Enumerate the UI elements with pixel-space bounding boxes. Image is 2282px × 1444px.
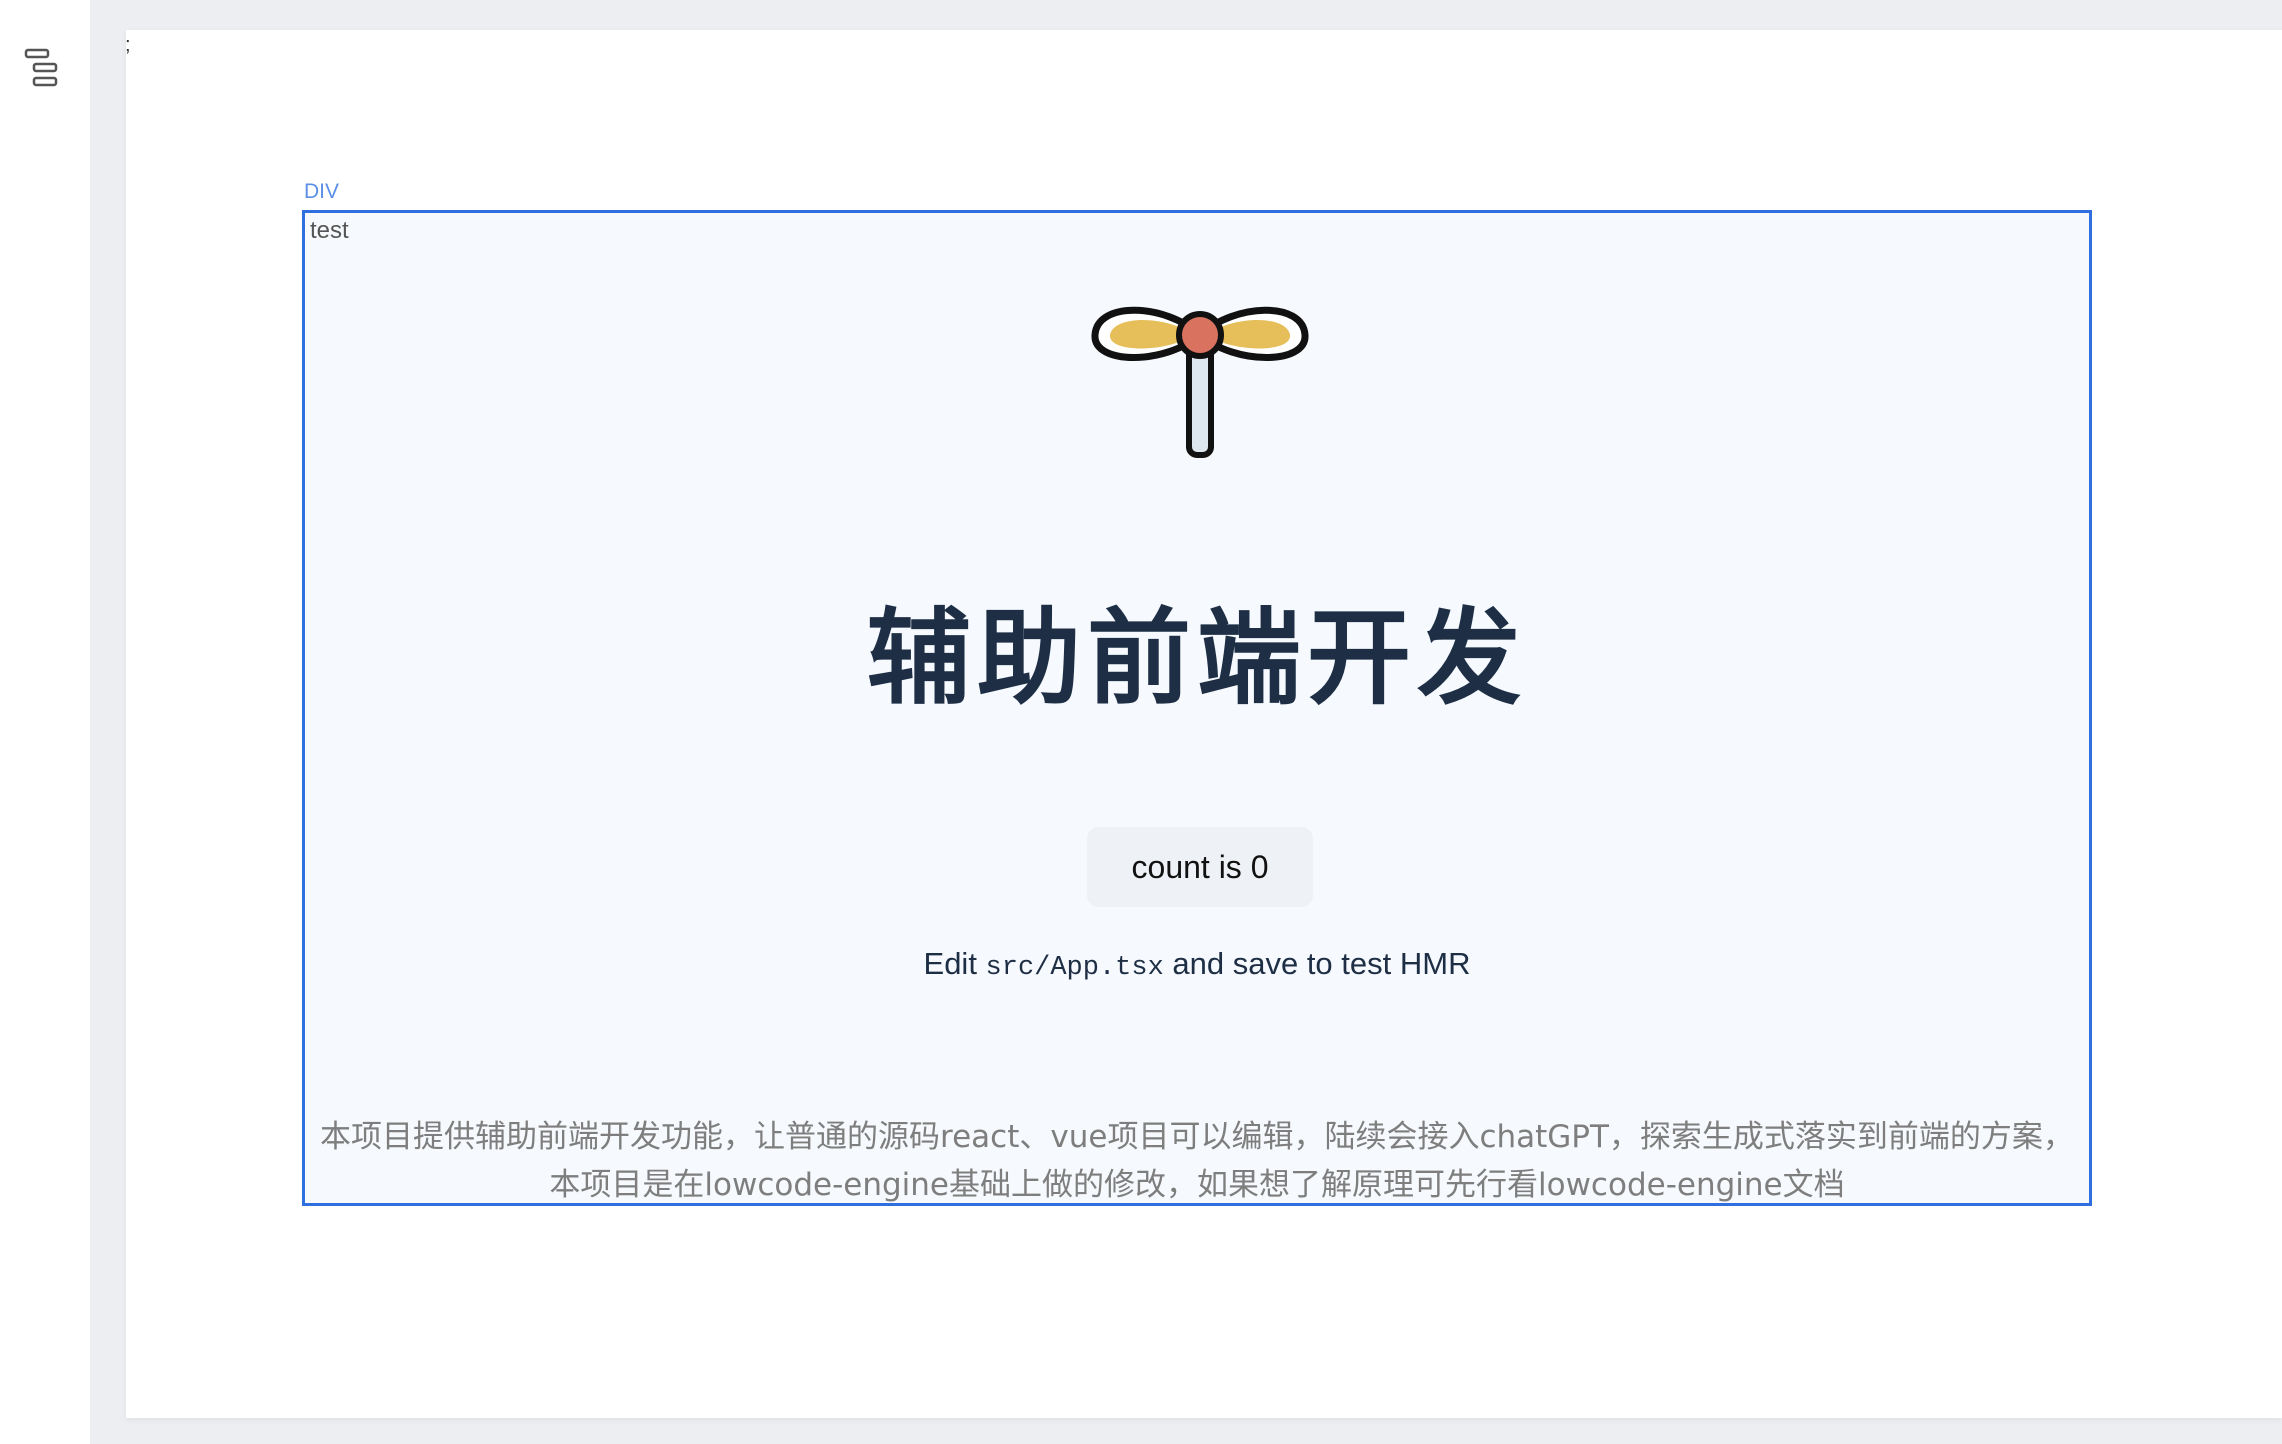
- edit-hint-code: src/App.tsx: [985, 953, 1164, 983]
- stray-text: ;: [125, 34, 131, 56]
- outline-tree-icon[interactable]: [24, 48, 60, 88]
- selection-tag-label: DIV: [304, 180, 340, 203]
- left-panel: [0, 0, 90, 1444]
- pinwheel-logo-icon: [1085, 253, 1315, 463]
- edit-hint-text: Edit src/App.tsx and save to test HMR: [305, 946, 2089, 983]
- count-button[interactable]: count is 0: [1087, 827, 1313, 907]
- description-line-1: 本项目提供辅助前端开发功能，让普通的源码react、vue项目可以编辑，陆续会接…: [320, 1119, 2074, 1155]
- selected-div-component[interactable]: test 辅助前端开发 count is 0 Edit src/App.tsx …: [302, 210, 2092, 1206]
- edit-hint-suffix: and save to test HMR: [1163, 946, 1471, 981]
- edit-hint-prefix: Edit: [923, 946, 986, 981]
- description-line-2: 本项目是在lowcode-engine基础上做的修改，如果想了解原理可先行看lo…: [549, 1167, 1845, 1203]
- page-title: 辅助前端开发: [866, 597, 1527, 719]
- test-text: test: [310, 217, 349, 244]
- project-description: 本项目提供辅助前端开发功能，让普通的源码react、vue项目可以编辑，陆续会接…: [305, 1113, 2089, 1209]
